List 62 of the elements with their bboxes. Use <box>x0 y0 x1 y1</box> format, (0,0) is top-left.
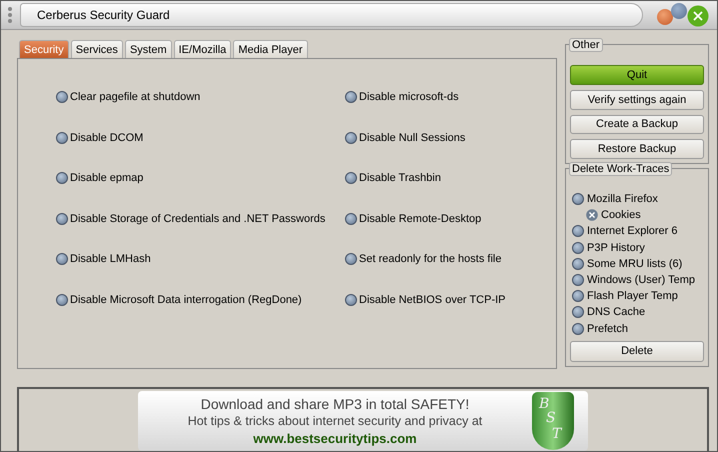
trace-label: P3P History <box>587 242 645 254</box>
option-toggle[interactable] <box>345 212 357 224</box>
action-button[interactable]: Restore Backup <box>570 139 704 159</box>
action-button[interactable]: Create a Backup <box>570 114 704 134</box>
trace-label: Windows (User) Temp <box>587 274 695 286</box>
maximize-button[interactable] <box>671 3 687 19</box>
trace-toggle[interactable] <box>572 274 584 286</box>
tab[interactable]: Media Player <box>233 40 308 58</box>
tab[interactable]: IE/Mozilla <box>174 40 232 58</box>
minimize-button[interactable] <box>657 9 673 25</box>
trace-toggle[interactable] <box>572 225 584 238</box>
option-label: Disable NetBIOS over TCP-IP <box>359 294 506 306</box>
delete-button[interactable]: Delete <box>570 340 704 362</box>
option-label: Disable Storage of Credentials and .NET Passwords <box>70 212 326 224</box>
option-toggle[interactable] <box>345 294 357 306</box>
option-label: Clear pagefile at shutdown <box>70 91 200 103</box>
trace-toggle[interactable] <box>572 258 584 270</box>
trace-toggle[interactable] <box>572 322 584 335</box>
group-title: Delete Work-Traces <box>569 162 672 176</box>
grip-icon[interactable] <box>6 6 14 24</box>
option-toggle[interactable] <box>345 91 357 103</box>
option-label: Disable DCOM <box>70 132 144 144</box>
window-title: Cerberus Security Guard <box>37 8 170 22</box>
trace-label: Flash Player Temp <box>587 290 678 302</box>
option-label: Disable Null Sessions <box>359 132 466 144</box>
option-label: Disable Remote-Desktop <box>359 212 482 224</box>
close-button[interactable] <box>687 5 709 27</box>
trace-label: Internet Explorer 6 <box>587 225 678 238</box>
tab[interactable]: System <box>124 40 172 58</box>
option-toggle[interactable] <box>56 212 68 224</box>
action-button[interactable]: Verify settings again <box>570 90 704 110</box>
banner-link[interactable]: www.bestsecuritytips.com <box>253 430 417 447</box>
trace-label: Prefetch <box>587 322 628 335</box>
shield-logo: B S T <box>532 392 574 450</box>
option-label: Disable epmap <box>70 172 144 184</box>
trace-label: Cookies <box>601 209 641 222</box>
tab[interactable]: Services <box>70 40 123 58</box>
trace-label: Some MRU lists (6) <box>587 258 682 270</box>
trace-toggle[interactable] <box>572 242 584 254</box>
option-toggle[interactable] <box>56 132 68 144</box>
trace-label: Mozilla Firefox <box>587 193 658 206</box>
option-label: Disable microsoft-ds <box>359 91 459 103</box>
group-title: Other <box>569 38 603 52</box>
option-toggle[interactable] <box>345 172 357 184</box>
trace-toggle[interactable] <box>572 193 584 206</box>
trace-toggle[interactable] <box>572 290 584 302</box>
option-label: Disable Trashbin <box>359 172 441 184</box>
option-toggle[interactable] <box>56 294 68 306</box>
option-toggle[interactable] <box>56 253 68 265</box>
action-button[interactable]: Quit <box>570 65 704 85</box>
banner-text: Hot tips & tricks about internet security and privacy at <box>188 413 482 430</box>
option-toggle[interactable] <box>345 132 357 144</box>
option-toggle[interactable] <box>345 253 357 265</box>
trace-toggle[interactable] <box>572 306 584 318</box>
option-label: Disable LMHash <box>70 253 151 265</box>
banner-headline: Download and share MP3 in total SAFETY! <box>200 395 470 413</box>
option-label: Set readonly for the hosts file <box>359 253 502 265</box>
option-toggle[interactable] <box>56 172 68 184</box>
option-toggle[interactable] <box>56 91 68 103</box>
ad-banner[interactable]: Download and share MP3 in total SAFETY! Hot tips & tricks about internet security and privacy at www.bestsecuritytips.com B S T <box>138 391 588 451</box>
trace-label: DNS Cache <box>587 306 646 318</box>
option-label: Disable Microsoft Data interrogation (RegDone) <box>70 294 302 306</box>
